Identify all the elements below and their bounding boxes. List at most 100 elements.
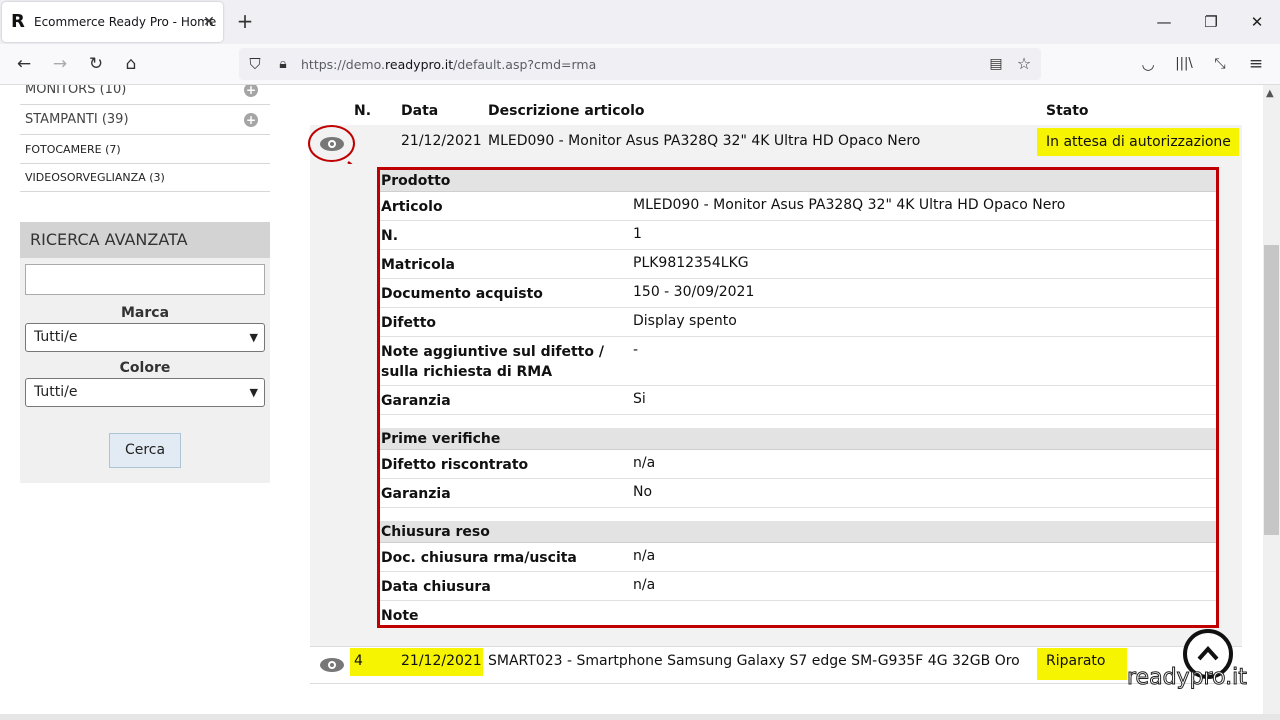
detail-row: Difetto Display spento <box>380 308 1216 337</box>
chevron-up-icon <box>1197 646 1219 661</box>
row-number: 4 <box>354 653 363 669</box>
scrollbar-thumb[interactable] <box>1264 245 1279 535</box>
bookmark-star-icon[interactable]: ☆ <box>1012 52 1036 76</box>
detail-value: 150 - 30/09/2021 <box>633 284 755 300</box>
detail-row: Documento acquisto 150 - 30/09/2021 <box>380 279 1216 308</box>
category-stampanti[interactable]: STAMPANTI (39) + <box>20 105 270 135</box>
brand-select[interactable]: Tutti/e ▼ <box>25 323 265 352</box>
category-videosorveglianza[interactable]: VIDEOSORVEGLIANZA (3) <box>20 164 270 192</box>
reload-icon[interactable]: ↻ <box>84 52 108 76</box>
header-number: N. <box>354 103 372 119</box>
detail-value: n/a <box>633 577 656 593</box>
detail-row: Doc. chiusura rma/uscita n/a <box>380 543 1216 572</box>
category-fotocamere[interactable]: FOTOCAMERE (7) <box>20 136 270 164</box>
detail-value: MLED090 - Monitor Asus PA328Q 32" 4K Ult… <box>633 197 1066 213</box>
detail-value: Si <box>633 391 646 407</box>
chevron-down-icon: ▼ <box>249 331 258 344</box>
color-select[interactable]: Tutti/e ▼ <box>25 378 265 407</box>
library-icon[interactable]: |||\ <box>1172 52 1196 76</box>
minimize-icon[interactable]: — <box>1152 10 1176 34</box>
color-label: Colore <box>119 360 171 376</box>
tab-bar: R Ecommerce Ready Pro - Home ✕ + — ❐ ✕ <box>0 0 1280 44</box>
detail-label: Documento acquisto <box>381 286 543 302</box>
row-date: 21/12/2021 <box>401 653 482 669</box>
detail-value: n/a <box>633 548 656 564</box>
brand-selected-value: Tutti/e <box>34 329 78 345</box>
category-label: STAMPANTI (39) <box>25 112 129 127</box>
expand-plus-icon[interactable]: + <box>244 113 258 127</box>
window-close-icon[interactable]: ✕ <box>1245 10 1269 34</box>
url-text[interactable]: https://demo.readypro.it/default.asp?cmd… <box>301 57 596 72</box>
detail-label: Garanzia <box>381 393 451 409</box>
detail-label: Difetto <box>381 315 437 331</box>
section-product: Prodotto <box>380 170 1216 192</box>
search-input[interactable] <box>25 264 265 295</box>
expand-plus-icon[interactable]: + <box>244 85 258 97</box>
detail-row: Garanzia Si <box>380 386 1216 415</box>
detail-value: 1 <box>633 226 642 242</box>
reader-view-icon[interactable]: ▤ <box>984 52 1008 76</box>
category-label: MONITORS (10) <box>25 85 127 97</box>
tab-title: Ecommerce Ready Pro - Home <box>34 15 217 29</box>
detail-label: Doc. chiusura rma/uscita <box>381 550 577 566</box>
url-bar[interactable]: ⛉ 🔒︎ https://demo.readypro.it/default.as… <box>239 48 1041 80</box>
detail-label: Note aggiuntive sul difetto / sulla rich… <box>381 344 604 380</box>
scroll-up-icon[interactable]: ▲ <box>1266 88 1274 99</box>
detail-value: Display spento <box>633 313 737 329</box>
forward-icon[interactable]: → <box>48 52 72 76</box>
detail-row: Note <box>380 601 1216 625</box>
readypro-favicon-icon: R <box>11 11 25 32</box>
horizontal-scrollbar[interactable] <box>0 714 1280 720</box>
advanced-search-panel: RICERCA AVANZATA Marca Tutti/e ▼ Colore … <box>20 222 270 483</box>
category-label: FOTOCAMERE (7) <box>25 143 121 156</box>
status-badge: In attesa di autorizzazione <box>1037 128 1239 156</box>
back-icon[interactable]: ← <box>12 52 36 76</box>
row-divider <box>310 683 1242 684</box>
detail-label: Note <box>381 608 419 624</box>
detail-value: PLK9812354LKG <box>633 255 749 271</box>
detail-value: - <box>633 342 639 358</box>
close-tab-icon[interactable]: ✕ <box>199 12 219 32</box>
detail-row: Garanzia No <box>380 479 1216 508</box>
navigation-bar: ← → ↻ ⌂ ⛉ 🔒︎ https://demo.readypro.it/de… <box>0 44 1280 85</box>
color-selected-value: Tutti/e <box>34 384 78 400</box>
row-description: MLED090 - Monitor Asus PA328Q 32" 4K Ult… <box>488 133 921 149</box>
page-content: MONITORS (10) + STAMPANTI (39) + FOTOCAM… <box>0 85 1280 714</box>
eye-icon[interactable] <box>319 657 345 673</box>
browser-tab[interactable]: R Ecommerce Ready Pro - Home ✕ <box>2 2 223 42</box>
watermark: readypro.it <box>1127 665 1248 691</box>
section-first-checks: Prime verifiche <box>380 428 1216 450</box>
rma-detail-panel: Prodotto Articolo MLED090 - Monitor Asus… <box>377 167 1219 628</box>
annotation-circle <box>308 125 355 162</box>
category-label: VIDEOSORVEGLIANZA (3) <box>25 171 165 184</box>
section-return-closure: Chiusura reso <box>380 521 1216 543</box>
header-description: Descrizione articolo <box>488 103 645 119</box>
detail-label: Garanzia <box>381 486 451 502</box>
detail-label: Difetto riscontrato <box>381 457 529 473</box>
detail-row: Data chiusura n/a <box>380 572 1216 601</box>
header-status: Stato <box>1046 103 1089 119</box>
advanced-search-title: RICERCA AVANZATA <box>20 222 270 258</box>
extensions-icon[interactable]: ⤡ <box>1208 52 1232 76</box>
home-icon[interactable]: ⌂ <box>119 52 143 76</box>
brand-label: Marca <box>120 305 170 321</box>
detail-label: Articolo <box>381 199 443 215</box>
lock-icon[interactable]: 🔒︎ <box>271 52 295 76</box>
detail-row: Note aggiuntive sul difetto / sulla rich… <box>380 337 1216 386</box>
new-tab-icon[interactable]: + <box>234 11 256 33</box>
chevron-down-icon: ▼ <box>249 386 258 399</box>
detail-row: Matricola PLK9812354LKG <box>380 250 1216 279</box>
row-divider <box>310 646 1242 647</box>
header-date: Data <box>401 103 439 119</box>
category-monitors[interactable]: MONITORS (10) + <box>20 85 270 105</box>
detail-label: Data chiusura <box>381 579 491 595</box>
menu-icon[interactable]: ≡ <box>1244 52 1268 76</box>
detail-row: N. 1 <box>380 221 1216 250</box>
shield-icon[interactable]: ⛉ <box>243 52 267 76</box>
row-date: 21/12/2021 <box>401 133 482 149</box>
pocket-icon[interactable]: ◡ <box>1136 52 1160 76</box>
restore-icon[interactable]: ❐ <box>1199 10 1223 34</box>
search-button[interactable]: Cerca <box>109 433 181 468</box>
row-description: SMART023 - Smartphone Samsung Galaxy S7 … <box>488 653 1020 669</box>
detail-value: n/a <box>633 455 656 471</box>
